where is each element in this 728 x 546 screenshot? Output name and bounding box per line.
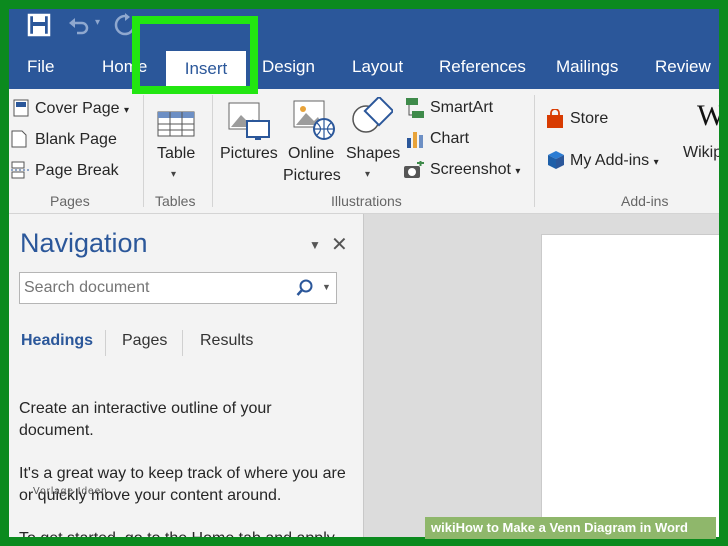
shapes-button[interactable]: Shapes xyxy=(346,145,400,163)
search-box[interactable]: ▼ xyxy=(19,272,337,304)
wikihow-banner: wikiHow to Make a Venn Diagram in Word xyxy=(425,517,716,539)
group-divider xyxy=(212,95,213,207)
wikipedia-icon[interactable]: W xyxy=(697,99,719,133)
title-bar: ▾ xyxy=(9,9,719,45)
tables-group-label: Tables xyxy=(155,193,196,209)
illustrations-group-label: Illustrations xyxy=(331,193,402,209)
smartart-button[interactable]: SmartArt xyxy=(430,99,493,117)
tab-design[interactable]: Design xyxy=(262,45,315,89)
table-button[interactable]: Table xyxy=(157,145,195,163)
tab-pages[interactable]: Pages xyxy=(122,332,167,350)
tab-divider xyxy=(182,330,183,356)
online-pictures-label-line2: Pictures xyxy=(283,167,341,184)
tab-layout[interactable]: Layout xyxy=(352,45,403,89)
screenshot-button[interactable]: Screenshot ▾ xyxy=(430,161,520,179)
group-divider xyxy=(143,95,144,207)
cover-page-button[interactable]: Cover Page ▾ xyxy=(35,100,129,118)
nav-help-text: Create an interactive outline of your xyxy=(19,400,272,417)
blank-page-button[interactable]: Blank Page xyxy=(35,131,117,149)
nav-help-text: It's a great way to keep track of where … xyxy=(19,465,346,482)
table-dropdown-icon[interactable]: ▾ xyxy=(171,169,176,180)
undo-dropdown-icon[interactable]: ▾ xyxy=(95,17,100,28)
table-icon xyxy=(157,111,195,137)
tab-references[interactable]: References xyxy=(439,45,526,89)
store-icon xyxy=(547,109,563,128)
tab-mailings[interactable]: Mailings xyxy=(556,45,618,89)
chart-icon xyxy=(407,132,423,148)
my-addins-icon xyxy=(548,151,564,169)
search-icon[interactable] xyxy=(296,279,314,297)
page-break-icon xyxy=(11,161,29,179)
document-page[interactable] xyxy=(541,234,719,537)
shapes-icon xyxy=(352,97,393,133)
cover-page-icon xyxy=(13,99,29,117)
search-dropdown-icon[interactable]: ▼ xyxy=(322,282,331,292)
nav-help-text: To get started, go to the Home tab and a… xyxy=(19,528,335,537)
wikipedia-button[interactable]: Wikip xyxy=(683,144,719,162)
ribbon-tab-bar: File Home Insert Design Layout Reference… xyxy=(9,45,719,89)
save-icon[interactable] xyxy=(27,13,51,37)
close-icon[interactable]: ✕ xyxy=(331,232,348,257)
navigation-title: Navigation xyxy=(20,228,148,258)
screenshot-icon xyxy=(404,161,424,178)
insert-ribbon: Cover Page ▾ Blank Page Page Break Pages… xyxy=(9,89,719,214)
group-divider xyxy=(534,95,535,207)
smartart-icon xyxy=(406,98,424,118)
online-pictures-icon xyxy=(293,100,335,140)
search-input[interactable] xyxy=(20,273,296,303)
my-addins-button[interactable]: My Add-ins ▾ xyxy=(570,152,659,170)
tab-divider xyxy=(105,330,106,356)
store-button[interactable]: Store xyxy=(570,110,608,128)
insert-tab-highlight xyxy=(132,16,258,94)
document-area[interactable] xyxy=(364,214,719,537)
word-window: ▾ File Home Insert Design Layout Referen… xyxy=(9,9,719,537)
tab-file[interactable]: File xyxy=(27,45,54,89)
watermark: Vorlage Ideen xyxy=(33,486,108,497)
tab-review[interactable]: Review xyxy=(655,45,711,89)
pane-options-icon[interactable]: ▼ xyxy=(309,238,321,252)
shapes-dropdown-icon[interactable]: ▾ xyxy=(365,169,370,180)
nav-help-text: document. xyxy=(19,422,94,439)
online-pictures-button[interactable]: Online xyxy=(288,145,334,163)
undo-icon[interactable] xyxy=(67,13,91,37)
tab-results[interactable]: Results xyxy=(200,332,253,350)
pages-group-label: Pages xyxy=(50,193,90,209)
pictures-button[interactable]: Pictures xyxy=(220,145,278,163)
addins-group-label: Add-ins xyxy=(621,193,669,209)
pictures-icon xyxy=(228,102,270,140)
chart-button[interactable]: Chart xyxy=(430,130,469,148)
blank-page-icon xyxy=(11,130,27,148)
tab-headings[interactable]: Headings xyxy=(21,332,93,350)
page-break-button[interactable]: Page Break xyxy=(35,162,119,180)
